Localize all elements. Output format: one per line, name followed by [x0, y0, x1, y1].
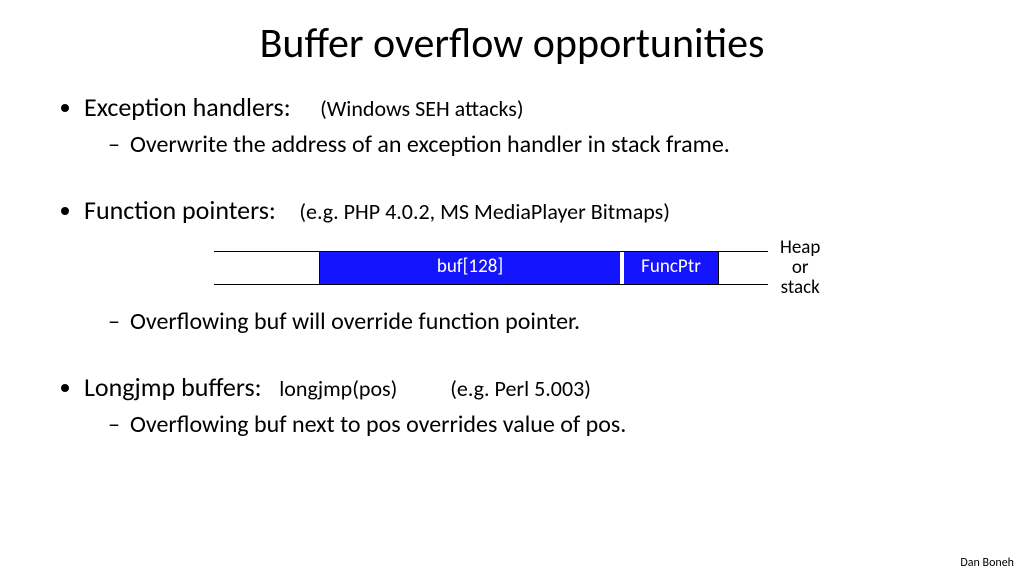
memory-diagram: buf[128] FuncPtr Heap or stack — [214, 238, 974, 298]
bullet-head: Longjmp buffers: — [84, 371, 262, 403]
bullet-longjmp-buffers: Longjmp buffers: longjmp(pos) (e.g. Perl… — [84, 371, 974, 440]
segment-empty-left — [214, 252, 320, 284]
segment-funcptr: FuncPtr — [624, 252, 718, 284]
slide-title: Buffer overflow opportunities — [50, 18, 974, 69]
slide: Buffer overflow opportunities Exception … — [0, 0, 1024, 440]
sub-item: Overflowing buf next to pos overrides va… — [108, 409, 974, 440]
bullet-paren: (Windows SEH attacks) — [320, 95, 524, 122]
bullet-call: longjmp(pos) — [279, 375, 397, 402]
bullet-paren: (e.g. PHP 4.0.2, MS MediaPlayer Bitmaps) — [299, 198, 670, 225]
bullet-head: Function pointers: — [84, 194, 276, 226]
sub-item: Overflowing buf will override function p… — [108, 306, 974, 337]
sub-list: Overflowing buf next to pos overrides va… — [84, 409, 974, 440]
sub-list: Overflowing buf will override function p… — [84, 306, 974, 337]
footer-author: Dan Boneh — [960, 556, 1014, 570]
sub-item: Overwrite the address of an exception ha… — [108, 129, 974, 160]
bullet-paren: (e.g. Perl 5.003) — [450, 375, 591, 402]
segment-buf: buf[128] — [320, 252, 620, 284]
bullet-list: Exception handlers: (Windows SEH attacks… — [50, 91, 974, 440]
bullet-head: Exception handlers: — [84, 91, 291, 123]
sub-list: Overwrite the address of an exception ha… — [84, 129, 974, 160]
bullet-function-pointers: Function pointers: (e.g. PHP 4.0.2, MS M… — [84, 194, 974, 337]
bullet-exception-handlers: Exception handlers: (Windows SEH attacks… — [84, 91, 974, 160]
segment-empty-right — [718, 252, 768, 284]
heap-stack-label: Heap or stack — [780, 238, 820, 298]
memory-bar: buf[128] FuncPtr — [214, 251, 768, 285]
